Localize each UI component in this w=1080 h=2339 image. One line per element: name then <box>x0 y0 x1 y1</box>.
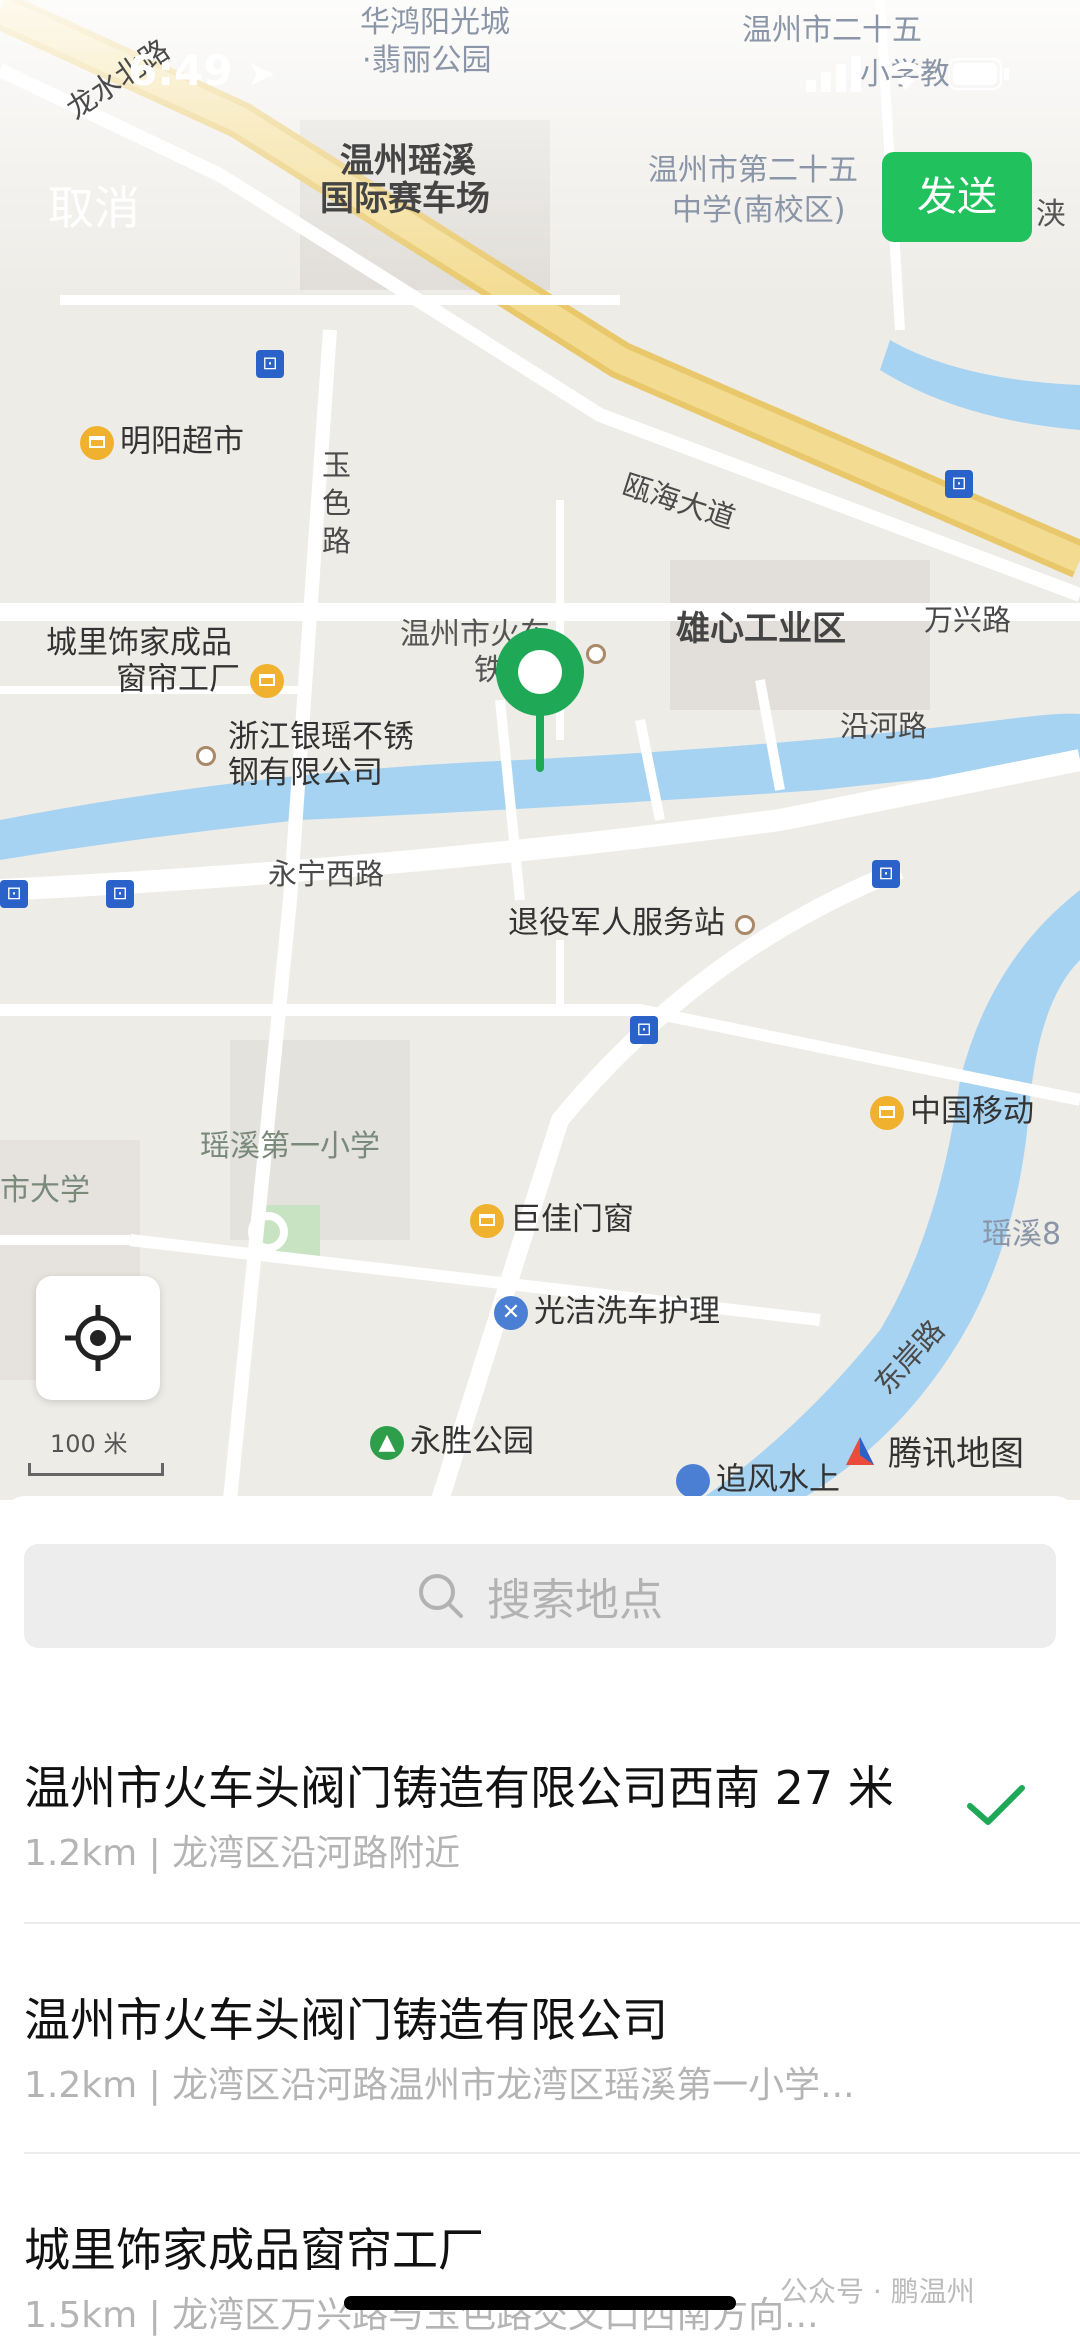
shop-icon <box>249 664 284 698</box>
poi-label: 光洁洗车护理 <box>534 1293 720 1330</box>
poi-label: 退役军人服务站 <box>508 905 725 941</box>
poi-tuiyi[interactable]: 退役军人服务站 <box>508 908 755 939</box>
status-icons <box>806 56 1010 92</box>
poi-guangjie[interactable]: ✕ 光洁洗车护理 <box>494 1296 720 1330</box>
result-subtitle: 1.2km | 龙湾区沿河路附近 <box>24 1833 461 1874</box>
wrench-icon: ✕ <box>494 1296 528 1330</box>
poi-chinamobile[interactable]: 中国移动 <box>870 1096 1034 1130</box>
wifi-icon <box>888 62 924 90</box>
map-brand: 腾讯地图 <box>842 1426 1024 1475</box>
map-view[interactable]: 华鸿阳光城 ·翡丽公园 温州市二十五 小学教 温州瑶溪 国际赛车场 温州市第二十… <box>0 0 1080 1500</box>
poi-mingyang[interactable]: 明阳超市 <box>80 426 244 460</box>
cancel-button[interactable]: 取消 <box>48 172 140 238</box>
poi-label: 中国移动 <box>910 1093 1034 1130</box>
poi-dot <box>196 746 216 766</box>
shop-icon <box>470 1204 504 1238</box>
search-input[interactable]: 搜索地点 <box>24 1544 1056 1648</box>
locate-me-button[interactable] <box>36 1276 160 1400</box>
road-label: 沿河路 <box>840 709 928 743</box>
bus-stop-icon[interactable]: ⊡ <box>630 1016 658 1044</box>
search-placeholder: 搜索地点 <box>487 1575 663 1626</box>
poi-dot <box>586 644 606 664</box>
result-item[interactable]: 城里饰家成品窗帘工厂 1.5km | 龙湾区万兴路与玉色路交叉口西南方向... <box>0 2154 1080 2339</box>
location-arrow-icon: ➤ <box>247 54 276 94</box>
brand-label: 腾讯地图 <box>888 1434 1024 1474</box>
poi-jujia[interactable]: 巨佳门窗 <box>470 1204 634 1238</box>
map-label: 雄心工业区 <box>676 609 846 649</box>
bus-stop-icon[interactable]: ⊡ <box>106 880 134 908</box>
result-title: 城里饰家成品窗帘工厂 <box>24 2223 484 2277</box>
poi-chengli[interactable]: 窗帘工厂 <box>116 664 290 698</box>
watermark: 公众号 · 鹏温州 <box>780 2275 975 2308</box>
map-label: 温州瑶溪 <box>340 141 476 181</box>
road-label: 万兴路 <box>924 603 1012 637</box>
shop-icon <box>870 1096 904 1130</box>
result-title: 温州市火车头阀门铸造有限公司 <box>24 1993 668 2047</box>
map-label: 瑶溪第一小学 <box>200 1129 380 1164</box>
bus-stop-icon[interactable]: ⊡ <box>945 470 973 498</box>
result-item[interactable]: 温州市火车头阀门铸造有限公司西南 27 米 1.2km | 龙湾区沿河路附近 <box>0 1700 1080 1924</box>
result-subtitle: 1.2km | 龙湾区沿河路温州市龙湾区瑶溪第一小学... <box>24 2065 855 2106</box>
poi-label: 追风水上 <box>716 1461 840 1498</box>
bus-stop-icon[interactable]: ⊡ <box>0 880 28 908</box>
battery-icon <box>948 58 1009 90</box>
poi-label: 永胜公园 <box>410 1423 534 1460</box>
tree-icon: ▲ <box>370 1426 404 1460</box>
map-label: 瑶溪8 <box>982 1217 1062 1252</box>
map-label: ·翡丽公园 <box>362 43 492 78</box>
crosshair-icon <box>65 1305 131 1371</box>
map-label: 温州市二十五 <box>742 13 922 48</box>
bus-stop-icon[interactable]: ⊡ <box>872 860 900 888</box>
map-label: 温州市第二十五 <box>648 153 858 188</box>
map-label: 钢有限公司 <box>228 755 383 791</box>
map-label: 华鸿阳光城 <box>360 5 510 40</box>
map-label: 中学(南校区) <box>672 193 846 228</box>
shop-icon <box>80 426 114 460</box>
map-label: 浃 <box>1036 197 1066 232</box>
poi-zhuifeng[interactable]: 追风水上 <box>676 1464 840 1498</box>
map-label: 浙江银瑶不锈 <box>228 719 414 755</box>
poi-label: 窗帘工厂 <box>116 661 240 698</box>
result-item[interactable]: 温州市火车头阀门铸造有限公司 1.2km | 龙湾区沿河路温州市龙湾区瑶溪第一小… <box>0 1924 1080 2154</box>
map-scale: 100 米 <box>28 1424 164 1476</box>
signal-icon <box>806 56 861 92</box>
map-label: 市大学 <box>0 1173 90 1208</box>
map-label: 国际赛车场 <box>320 179 490 219</box>
result-title: 温州市火车头阀门铸造有限公司西南 27 米 <box>24 1761 894 1815</box>
check-icon <box>967 1785 1025 1825</box>
bus-stop-icon[interactable]: ⊡ <box>256 350 284 378</box>
status-time: 6:49 ➤ <box>128 46 276 95</box>
poi-dot <box>734 914 755 935</box>
scale-bar <box>28 1463 164 1476</box>
poi-yongsheng[interactable]: ▲ 永胜公园 <box>370 1426 534 1460</box>
water-icon <box>676 1464 710 1498</box>
road-label: 永宁西路 <box>268 857 385 891</box>
search-icon <box>419 1574 463 1618</box>
poi-label: 明阳超市 <box>120 423 244 460</box>
send-button[interactable]: 发送 <box>882 152 1032 242</box>
scale-label: 100 米 <box>50 1430 128 1458</box>
tencent-map-logo-icon <box>846 1436 874 1465</box>
location-pin-icon[interactable] <box>492 626 588 776</box>
time-text: 6:49 <box>128 46 233 95</box>
poi-label: 巨佳门窗 <box>510 1201 634 1238</box>
map-label: 城里饰家成品 <box>46 625 232 661</box>
home-indicator[interactable] <box>344 2296 736 2310</box>
road-label: 玉 色 路 <box>322 448 352 558</box>
